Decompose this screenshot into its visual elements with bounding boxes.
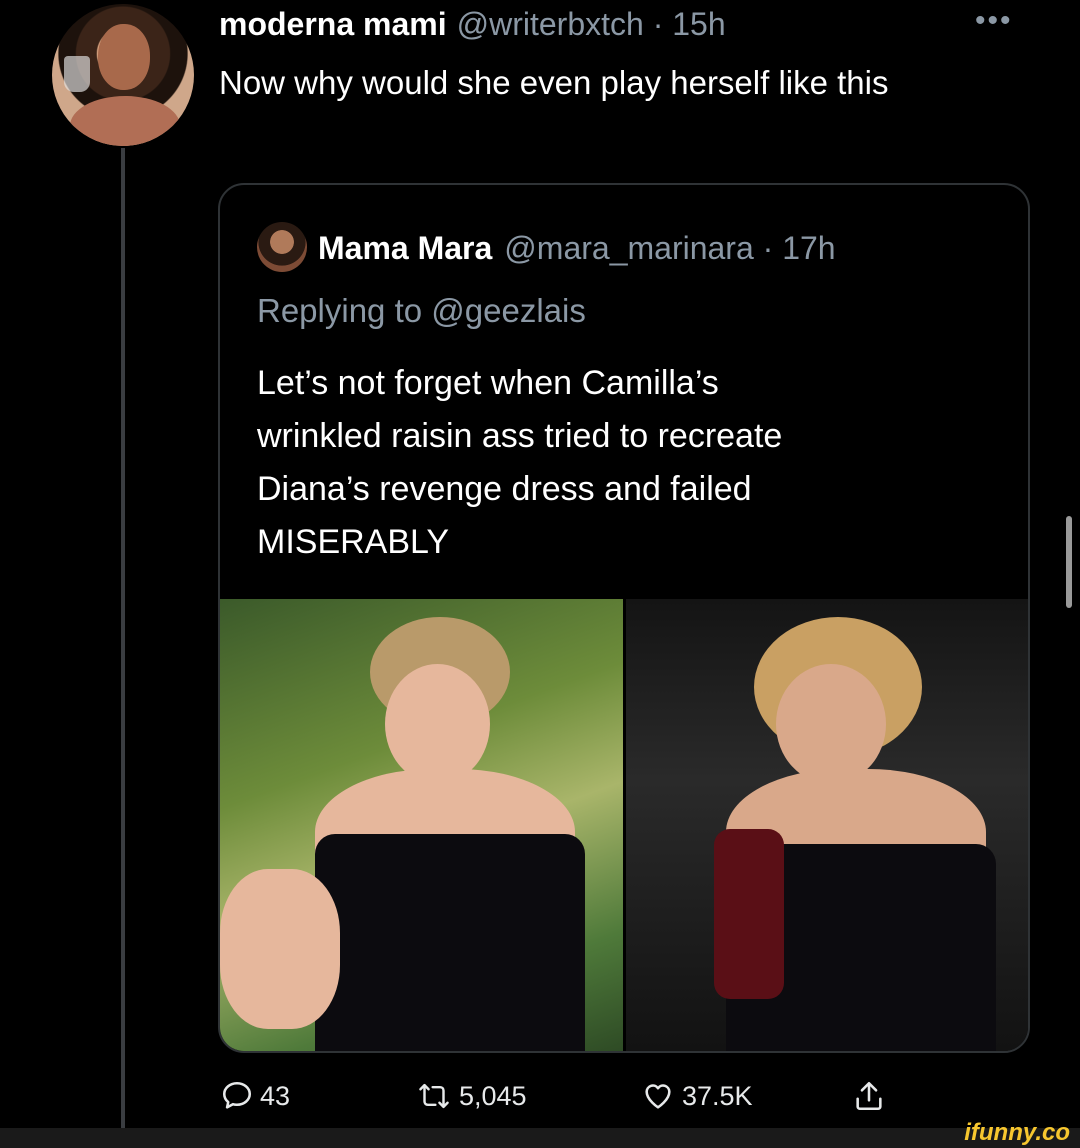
avatar[interactable] bbox=[52, 4, 194, 146]
like-count: 37.5K bbox=[682, 1080, 753, 1111]
avatar-shirt bbox=[70, 96, 180, 146]
quoted-text-line: Diana’s revenge dress and failed bbox=[257, 470, 752, 508]
reply-button[interactable]: 43 bbox=[220, 1066, 290, 1126]
quoted-text-line: Let’s not forget when Camilla’s bbox=[257, 364, 719, 402]
watermark: ifunny.co bbox=[964, 1119, 1070, 1146]
replying-to[interactable]: Replying to @geezlais bbox=[257, 292, 586, 330]
tweet-header: moderna mami @writerbxtch · 15h bbox=[219, 0, 726, 48]
photo-face bbox=[776, 664, 886, 784]
quoted-header: Mama Mara @mara_marinara · 17h bbox=[318, 221, 836, 275]
photo-camilla[interactable] bbox=[626, 599, 1028, 1051]
photo-face bbox=[385, 664, 490, 784]
photo-arm bbox=[220, 869, 340, 1029]
like-button[interactable]: 37.5K bbox=[640, 1066, 753, 1126]
retweet-count: 5,045 bbox=[459, 1080, 527, 1111]
retweet-button[interactable]: 5,045 bbox=[415, 1066, 527, 1126]
quoted-author-name: Mama Mara bbox=[318, 229, 493, 266]
thread-line bbox=[121, 148, 125, 1128]
quoted-text: Let’s not forget when Camilla’s wrinkled… bbox=[257, 357, 997, 569]
photo-diana[interactable] bbox=[220, 599, 623, 1051]
quoted-text-line: MISERABLY bbox=[257, 523, 450, 561]
quoted-text-line: wrinkled raisin ass tried to recreate bbox=[257, 417, 783, 455]
like-icon bbox=[645, 1084, 671, 1109]
retweet-icon bbox=[419, 1083, 449, 1109]
bottom-bar bbox=[0, 1128, 1080, 1148]
scrollbar[interactable] bbox=[1066, 516, 1072, 608]
avatar-face bbox=[98, 24, 150, 90]
share-icon bbox=[856, 1081, 882, 1111]
photo-dress bbox=[315, 834, 585, 1051]
tweet-text: Now why would she even play herself like… bbox=[219, 64, 889, 101]
reply-count: 43 bbox=[260, 1080, 291, 1111]
more-icon[interactable]: ••• bbox=[975, 4, 1025, 38]
share-button[interactable] bbox=[852, 1066, 892, 1126]
quoted-handle-time: @mara_marinara · 17h bbox=[504, 229, 836, 266]
avatar-wine-glass bbox=[64, 56, 90, 92]
tweet-actions: 43 5,045 37.5K bbox=[0, 1066, 1080, 1126]
quoted-tweet[interactable]: Mama Mara @mara_marinara · 17h Replying … bbox=[218, 183, 1030, 1053]
author-handle-time[interactable]: @writerbxtch · 15h bbox=[457, 6, 726, 43]
quoted-avatar[interactable] bbox=[257, 222, 307, 272]
photo-bag bbox=[714, 829, 784, 999]
author-name[interactable]: moderna mami bbox=[219, 6, 447, 43]
reply-icon bbox=[222, 1081, 252, 1109]
